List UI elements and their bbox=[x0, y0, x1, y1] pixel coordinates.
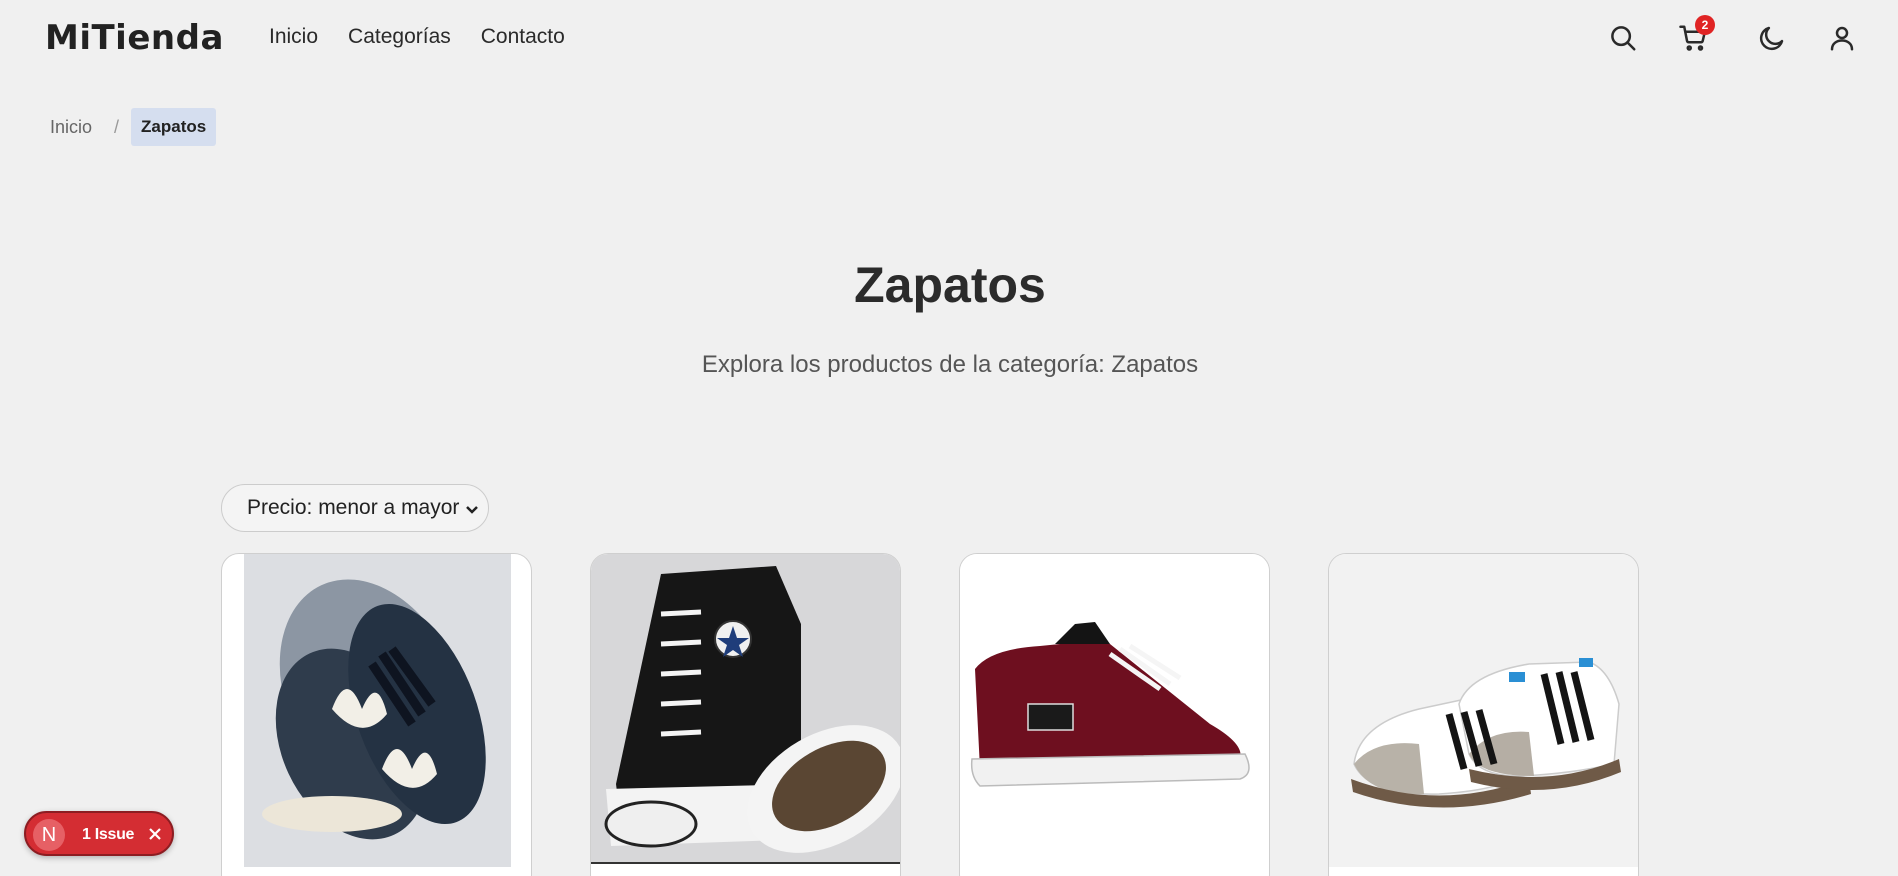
product-image bbox=[591, 554, 900, 867]
issue-logo: N bbox=[33, 819, 65, 851]
nav-link-inicio[interactable]: Inicio bbox=[269, 25, 318, 49]
product-card[interactable] bbox=[590, 553, 901, 876]
search-icon bbox=[1611, 26, 1636, 51]
cart-count-badge: 2 bbox=[1695, 15, 1715, 35]
breadcrumb-current: Zapatos bbox=[131, 108, 217, 146]
product-card[interactable] bbox=[959, 553, 1270, 876]
account-button[interactable] bbox=[1824, 20, 1860, 56]
user-icon bbox=[1830, 26, 1854, 51]
issue-label[interactable]: 1 Issue bbox=[82, 826, 134, 844]
logo[interactable]: MiTienda bbox=[45, 18, 224, 58]
sort-selected-value: Precio: menor a mayor bbox=[247, 496, 460, 519]
product-image bbox=[960, 554, 1269, 867]
main-nav: Inicio Categorías Contacto bbox=[269, 25, 565, 49]
product-image bbox=[222, 554, 531, 867]
breadcrumb-separator: / bbox=[114, 116, 120, 137]
breadcrumb: Inicio / Zapatos bbox=[40, 108, 217, 146]
cart-button[interactable]: 2 bbox=[1675, 15, 1715, 56]
issue-indicator[interactable]: N 1 Issue bbox=[24, 811, 174, 856]
nav-link-contacto[interactable]: Contacto bbox=[481, 25, 565, 49]
page-subtitle: Explora los productos de la categoría: Z… bbox=[701, 351, 1199, 378]
site-header: MiTienda Inicio Categorías Contacto 2 bbox=[0, 0, 1898, 78]
product-card[interactable] bbox=[221, 553, 532, 876]
search-button[interactable] bbox=[1605, 20, 1641, 56]
nav-link-categorias[interactable]: Categorías bbox=[348, 25, 451, 49]
product-image bbox=[1329, 554, 1638, 867]
moon-icon bbox=[1759, 26, 1784, 51]
breadcrumb-item-inicio[interactable]: Inicio bbox=[40, 109, 102, 146]
page-title: Zapatos bbox=[854, 257, 1046, 313]
sort-select[interactable]: Precio: menor a mayor bbox=[221, 484, 489, 532]
close-icon[interactable] bbox=[144, 823, 166, 845]
chevron-down-icon bbox=[464, 499, 480, 515]
theme-toggle-button[interactable] bbox=[1754, 20, 1790, 56]
product-card[interactable] bbox=[1328, 553, 1639, 876]
